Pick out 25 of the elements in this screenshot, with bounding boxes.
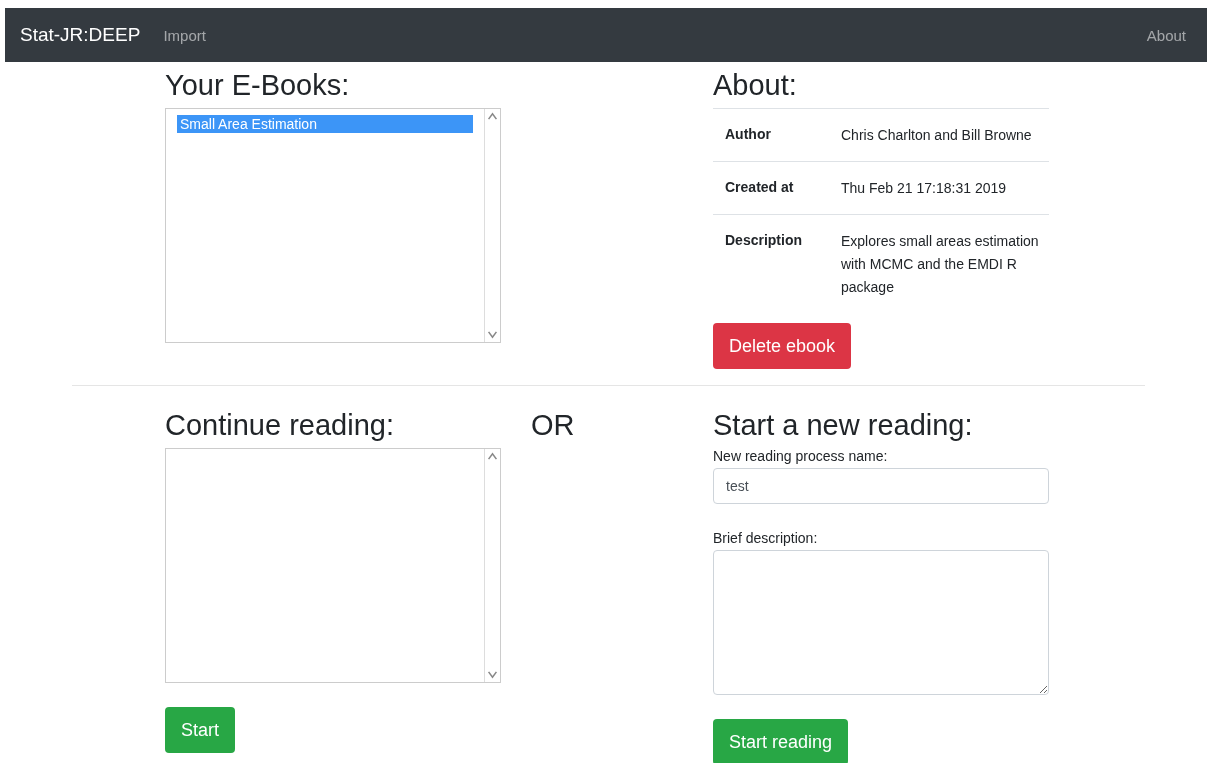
nav-link[interactable]: Import	[163, 26, 206, 44]
table-cell: Author	[713, 108, 819, 162]
scrollbar[interactable]	[484, 109, 500, 342]
ebook-listbox[interactable]: Small Area Estimation	[165, 108, 501, 343]
field-label: New reading process name:	[713, 448, 889, 464]
section-heading: About:	[713, 68, 798, 102]
field-label: Brief description:	[713, 530, 819, 546]
section-heading: Start a new reading:	[713, 408, 974, 442]
scrollbar[interactable]	[484, 449, 500, 682]
description-field[interactable]	[713, 550, 1049, 695]
start-reading-button[interactable]: Start reading	[713, 719, 849, 763]
brand-link[interactable]: Stat-JR:DEEP	[20, 24, 141, 46]
table-cell: Description	[713, 214, 819, 313]
section-heading: Continue reading:	[165, 408, 395, 442]
table-cell: Thu Feb 21 17:18:31 2019	[819, 161, 1049, 215]
ebook-option[interactable]: Small Area Estimation	[177, 115, 473, 133]
table-cell: Explores small areas estimation with MCMC and the EMDI R package	[819, 214, 1049, 313]
name-field[interactable]: test	[713, 468, 1049, 504]
or-text: OR	[531, 408, 575, 443]
table-cell: Chris Charlton and Bill Browne	[819, 108, 1049, 162]
delete-button[interactable]: Delete ebook	[713, 323, 852, 369]
section-heading: Your E-Books:	[165, 68, 351, 102]
nav-link[interactable]: About	[1146, 26, 1186, 44]
table-cell: Created at	[713, 161, 819, 215]
start-button[interactable]: Start	[165, 707, 235, 753]
